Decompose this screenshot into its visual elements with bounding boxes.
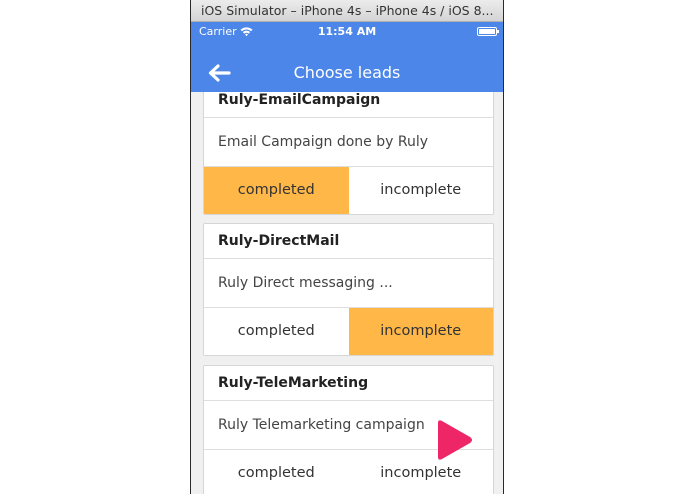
lead-description: Email Campaign done by Ruly [204,118,493,167]
battery-icon [477,27,499,36]
lead-name: Ruly-TeleMarketing [204,366,493,401]
incomplete-button[interactable]: incomplete [348,308,493,355]
simulator-title: iOS Simulator – iPhone 4s – iPhone 4s / … [201,3,494,18]
play-icon[interactable] [434,418,474,462]
completed-button[interactable]: completed [204,167,349,214]
lead-name: Ruly-EmailCampaign [204,92,493,118]
lead-card-direct-mail: Ruly-DirectMail Ruly Direct messaging ..… [203,223,494,356]
lead-description: Ruly Direct messaging ... [204,259,493,308]
lead-name: Ruly-DirectMail [204,224,493,259]
completed-button[interactable]: completed [204,450,349,494]
page-title: Choose leads [293,63,401,82]
simulator-title-bar: iOS Simulator – iPhone 4s – iPhone 4s / … [191,0,503,22]
completed-button[interactable]: completed [204,308,349,355]
lead-status-toggle: completed incomplete [204,308,493,355]
status-bar: Carrier 11:54 AM [191,22,503,42]
incomplete-button[interactable]: incomplete [348,167,493,214]
lead-card-email-campaign: Ruly-EmailCampaign Email Campaign done b… [203,92,494,215]
nav-bar: Choose leads [191,42,503,92]
status-time: 11:54 AM [317,25,377,38]
lead-status-toggle: completed incomplete [204,167,493,214]
